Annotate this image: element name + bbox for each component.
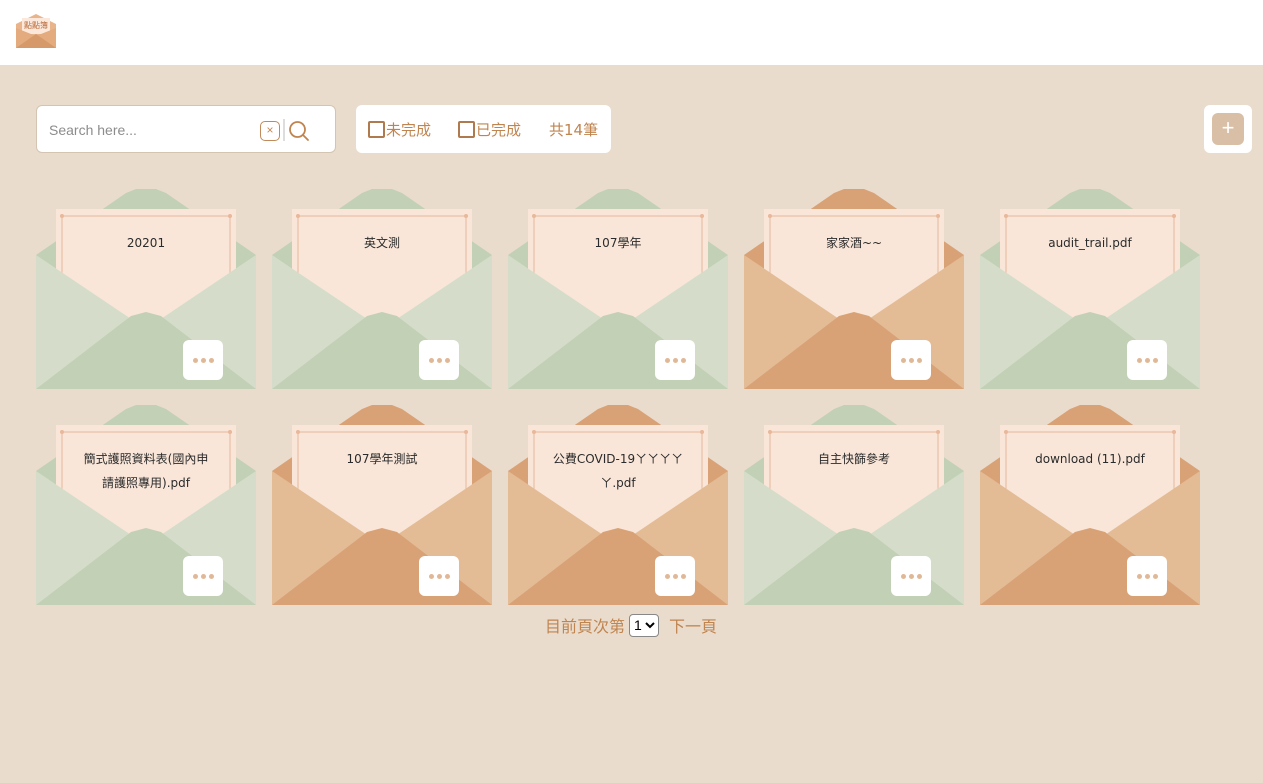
more-dot-icon [1152,573,1158,579]
more-options-button[interactable] [655,340,695,380]
more-dot-icon [192,573,198,579]
envelope-card[interactable]: 107學年測試 [272,405,492,605]
more-dot-icon [208,357,214,363]
filter-bar: 未完成 已完成 共14筆 [356,105,611,153]
envelope-graphic [508,405,728,605]
more-dot-icon [208,573,214,579]
logo-text: 點點簿 [24,21,48,30]
card-title: 英文測 [363,236,400,250]
total-count: 共14筆 [549,121,599,139]
add-panel: + [1204,105,1252,153]
complete-checkbox[interactable]: 已完成 [458,119,521,139]
envelope-card[interactable]: audit_trail.pdf [980,189,1200,389]
envelope-card[interactable]: 英文測 [272,189,492,389]
envelope-card[interactable]: 自主快篩參考 [744,405,964,605]
more-dot-icon [664,357,670,363]
more-dot-icon [672,357,678,363]
card-title: 107學年測試 [346,452,418,466]
envelope-graphic [272,189,492,389]
card-title: download (11).pdf [1035,452,1145,466]
card-title: 20201 [126,236,166,250]
next-page-link[interactable]: 下一頁 [669,613,717,637]
more-dot-icon [200,573,206,579]
more-dot-icon [1152,357,1158,363]
search-icon[interactable] [288,120,310,142]
more-dot-icon [436,573,442,579]
more-dot-icon [916,357,922,363]
more-dot-icon [1136,573,1142,579]
more-dot-icon [1136,357,1142,363]
more-dot-icon [1144,357,1150,363]
page-prefix: 目前頁次第 [545,617,626,636]
envelope-graphic [980,189,1200,389]
checkbox-box[interactable] [368,120,385,138]
card-title: audit_trail.pdf [1048,236,1132,250]
more-options-button[interactable] [183,556,223,596]
envelope-card[interactable]: 107學年 [508,189,728,389]
more-dot-icon [900,573,906,579]
logo[interactable]: 點點簿 [16,14,56,48]
more-options-button[interactable] [655,556,695,596]
more-options-button[interactable] [1127,556,1167,596]
complete-label: 已完成 [476,120,522,139]
more-dot-icon [444,573,450,579]
envelope-graphic [508,189,728,389]
search-divider [283,119,285,141]
envelope-graphic [36,405,256,605]
incomplete-checkbox[interactable]: 未完成 [368,119,431,139]
more-options-button[interactable] [891,556,931,596]
envelope-graphic [744,405,964,605]
add-button[interactable]: + [1212,113,1244,145]
envelope-graphic [744,189,964,389]
more-options-button[interactable] [419,556,459,596]
card-title: 簡式護照資料表(國內申請護照專用).pdf [83,452,209,490]
more-dot-icon [900,357,906,363]
envelope-graphic [980,405,1200,605]
more-dot-icon [680,357,686,363]
search-input[interactable] [49,118,249,142]
clear-search-button[interactable]: × [260,121,280,141]
envelope-graphic [36,189,256,389]
card-title: 公費COVID-19ㄚㄚㄚㄚㄚ.pdf [552,452,684,490]
more-options-button[interactable] [891,340,931,380]
envelope-card[interactable]: 20201 [36,189,256,389]
more-dot-icon [680,573,686,579]
more-dot-icon [192,357,198,363]
more-dot-icon [916,573,922,579]
page-select[interactable]: 1 [629,613,660,637]
more-dot-icon [428,357,434,363]
more-options-button[interactable] [1127,340,1167,380]
incomplete-label: 未完成 [386,120,432,139]
more-dot-icon [664,573,670,579]
card-title: 107學年 [594,236,642,250]
more-dot-icon [908,357,914,363]
envelope-card[interactable]: 家家酒~~ [744,189,964,389]
more-options-button[interactable] [419,340,459,380]
more-dot-icon [1144,573,1150,579]
checkbox-box[interactable] [458,120,475,138]
more-options-button[interactable] [183,340,223,380]
more-dot-icon [908,573,914,579]
card-title: 家家酒~~ [825,236,883,250]
more-dot-icon [200,357,206,363]
pagination: 目前頁次第 1 下一頁 [545,613,717,637]
envelope-card[interactable]: download (11).pdf [980,405,1200,605]
envelope-graphic [272,405,492,605]
more-dot-icon [436,357,442,363]
more-dot-icon [672,573,678,579]
top-bar: 點點簿 [0,0,1263,65]
envelope-card[interactable]: 公費COVID-19ㄚㄚㄚㄚㄚ.pdf [508,405,728,605]
search-box: × [36,105,336,153]
more-dot-icon [428,573,434,579]
envelope-card[interactable]: 簡式護照資料表(國內申請護照專用).pdf [36,405,256,605]
more-dot-icon [444,357,450,363]
card-title: 自主快篩參考 [817,452,890,466]
